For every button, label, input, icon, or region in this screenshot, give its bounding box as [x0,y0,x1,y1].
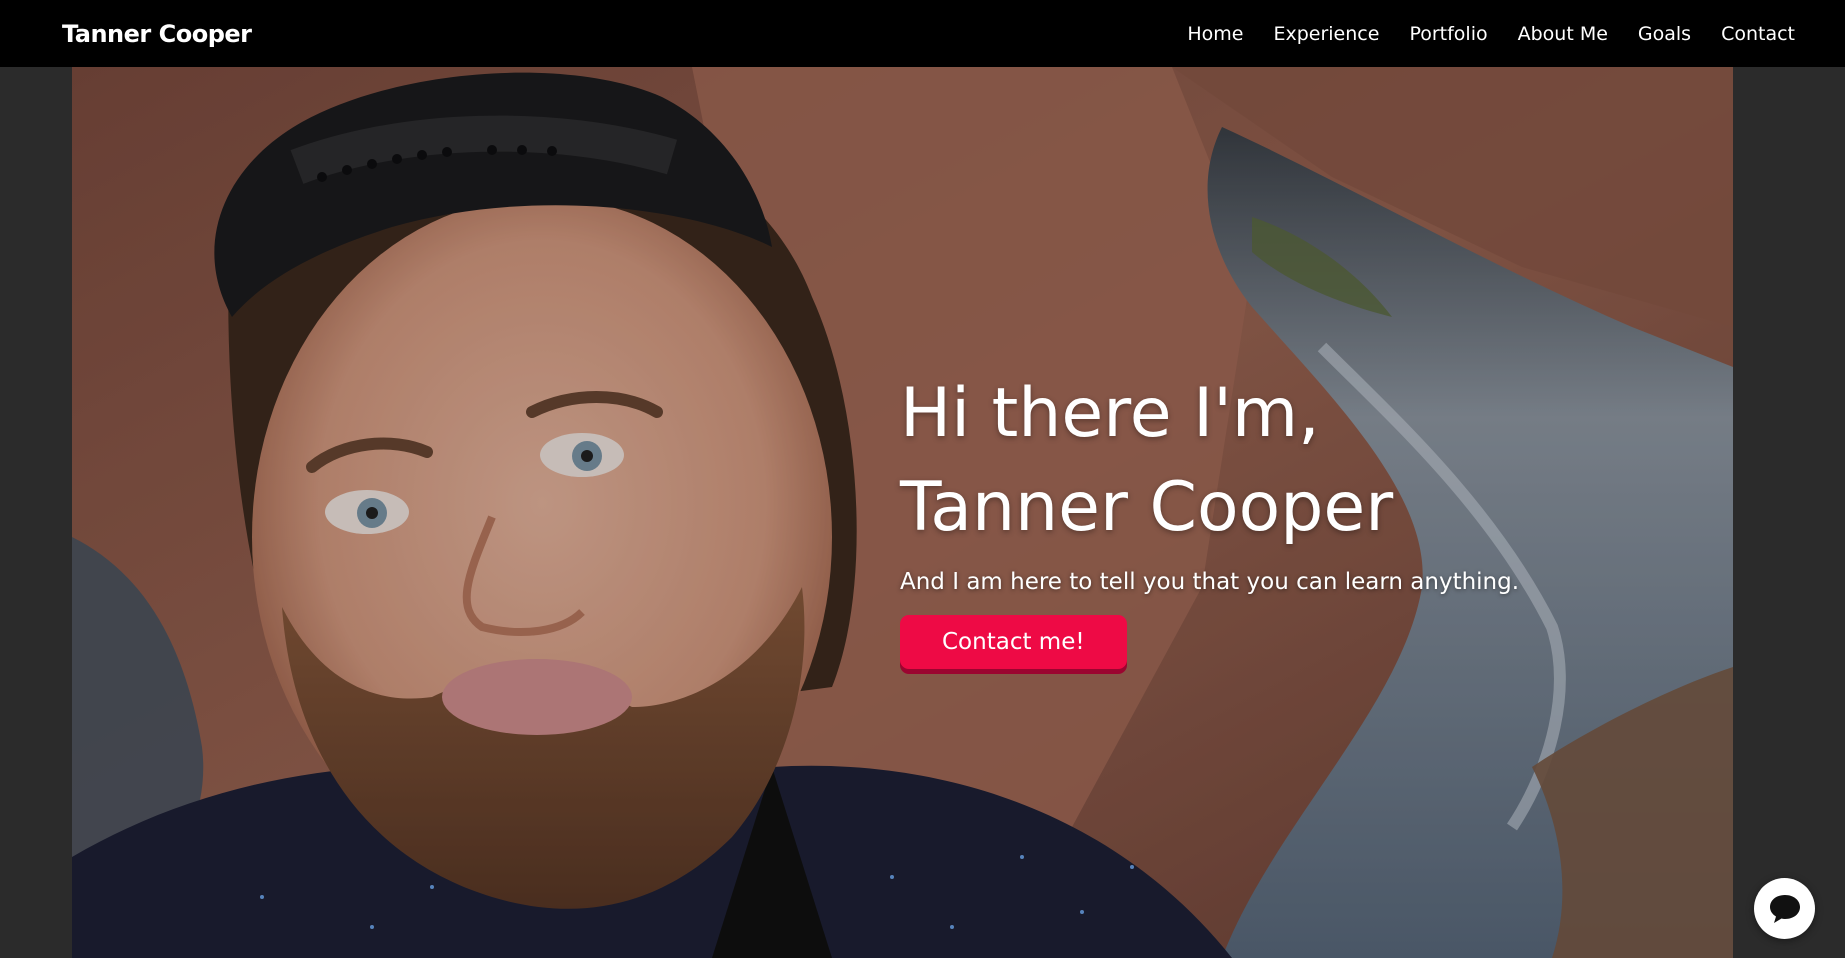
contact-me-button[interactable]: Contact me! [900,615,1127,669]
nav-link-contact[interactable]: Contact [1721,23,1795,45]
hero-subtitle: And I am here to tell you that you can l… [900,569,1520,595]
nav-links: Home Experience Portfolio About Me Goals… [1157,23,1795,45]
brand-logo-link[interactable]: Tanner Cooper [62,20,252,48]
hero-text-block: Hi there I'm, Tanner Cooper And I am her… [900,367,1660,669]
nav-link-experience[interactable]: Experience [1273,23,1379,45]
hero-name: Tanner Cooper [900,468,1394,547]
hero-section: Hi there I'm, Tanner Cooper And I am her… [72,67,1733,958]
chat-widget-button[interactable] [1754,878,1815,939]
nav-link-portfolio[interactable]: Portfolio [1409,23,1487,45]
chat-bubble-icon [1769,894,1800,923]
hero-greeting: Hi there I'm, [900,374,1320,453]
top-navbar: Tanner Cooper Home Experience Portfolio … [0,0,1845,67]
nav-link-goals[interactable]: Goals [1638,23,1691,45]
nav-link-about-me[interactable]: About Me [1518,23,1608,45]
nav-link-home[interactable]: Home [1187,23,1243,45]
